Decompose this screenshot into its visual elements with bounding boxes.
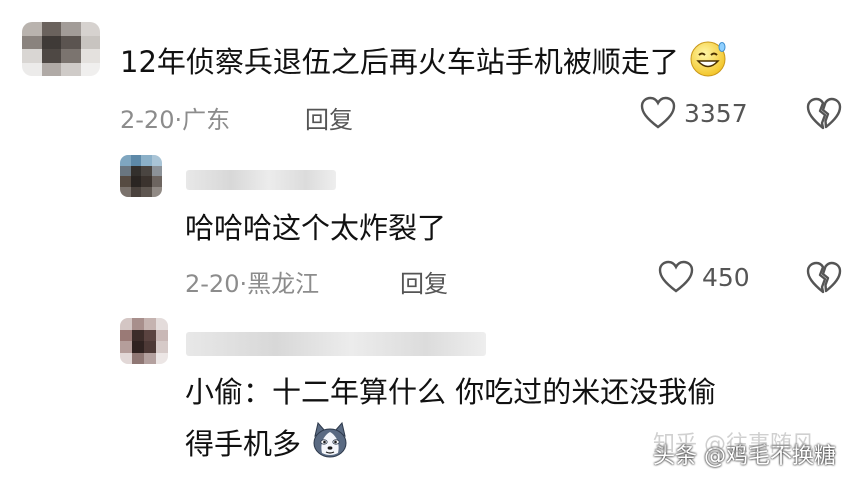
comment-text: 小偷：十二年算什么 你吃过的米还没我偷 — [185, 375, 717, 409]
username-redacted — [186, 332, 486, 356]
comment-text: 得手机多 — [185, 420, 350, 472]
like-count: 450 — [702, 262, 750, 292]
comment-text: 哈哈哈这个太炸裂了 — [185, 211, 447, 245]
avatar[interactable] — [22, 22, 100, 76]
like-button[interactable]: 3357 — [640, 96, 748, 130]
broken-heart-icon — [806, 97, 842, 130]
heart-icon — [640, 96, 676, 129]
heart-icon — [658, 260, 694, 293]
dislike-button[interactable] — [806, 97, 842, 135]
avatar[interactable] — [120, 318, 168, 364]
reply-button[interactable]: 回复 — [305, 100, 353, 135]
comment-meta: 2-20·广东 — [120, 106, 231, 134]
dislike-button[interactable] — [806, 261, 842, 299]
watermark: 知乎 @往事随风 头条 @鸡毛不换糖 — [653, 420, 836, 470]
zhihu-watermark: 知乎 @往事随风 — [653, 432, 814, 457]
grinning-sweat-emoji — [688, 38, 728, 90]
reply-button[interactable]: 回复 — [400, 264, 448, 299]
comment-meta: 2-20·黑龙江 — [185, 270, 320, 298]
avatar[interactable] — [120, 155, 162, 197]
username-redacted — [186, 170, 336, 190]
broken-heart-icon — [806, 261, 842, 294]
husky-dog-emoji — [310, 420, 350, 472]
like-button[interactable]: 450 — [658, 260, 750, 294]
like-count: 3357 — [684, 98, 748, 128]
comment-text: 12年侦察兵退伍之后再火车站手机被顺走了 — [120, 38, 728, 90]
